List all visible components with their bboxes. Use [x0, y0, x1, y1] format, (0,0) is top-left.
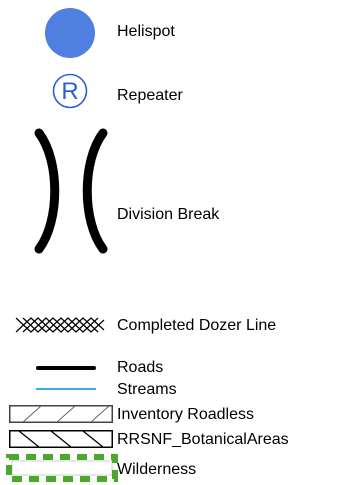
legend-item-inventory-roadless: Inventory Roadless	[0, 403, 363, 425]
legend-label: Completed Dozer Line	[117, 317, 277, 334]
legend-item-dozer-line: Completed Dozer Line	[0, 310, 363, 340]
legend-item-roads: Roads	[0, 354, 363, 378]
legend-item-repeater: R Repeater	[0, 70, 363, 120]
legend-label: Inventory Roadless	[117, 406, 254, 423]
legend-item-wilderness: Wilderness	[0, 452, 363, 485]
stream-line-icon	[36, 387, 96, 391]
legend-label: Repeater	[117, 87, 183, 104]
dashed-green-box-icon	[6, 453, 118, 483]
legend-item-helispot: Helispot	[0, 0, 363, 60]
repeater-glyph: R	[61, 78, 78, 105]
legend-label: Division Break	[117, 206, 220, 223]
repeater-r-icon: R	[52, 73, 88, 109]
map-legend: Helispot R Repeater Division Break Compl…	[0, 0, 363, 485]
legend-label: Helispot	[117, 23, 175, 40]
legend-item-streams: Streams	[0, 378, 363, 400]
helispot-circle-icon	[44, 7, 96, 59]
legend-item-division-break: Division Break	[0, 128, 363, 254]
legend-label: RRSNF_BotanicalAreas	[117, 431, 289, 448]
legend-label: Streams	[117, 381, 177, 398]
back-hatched-box-icon	[9, 430, 113, 448]
dozer-line-crosshatch-icon	[15, 317, 105, 333]
division-break-icon	[34, 128, 108, 254]
legend-label: Roads	[117, 359, 164, 376]
legend-item-botanical-areas: RRSNF_BotanicalAreas	[0, 428, 363, 450]
road-line-icon	[36, 365, 96, 371]
legend-label: Wilderness	[117, 461, 197, 478]
hatched-box-icon	[9, 405, 113, 423]
